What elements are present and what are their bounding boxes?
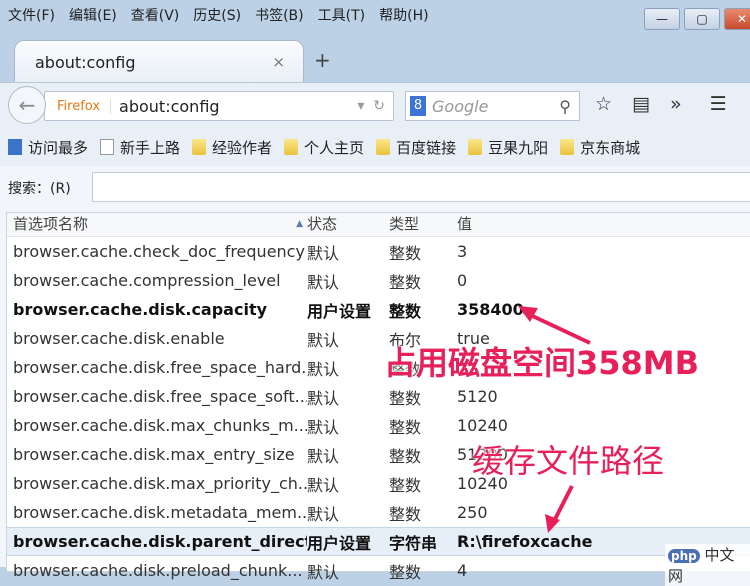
watermark: php 中文网 (665, 544, 750, 586)
capacity-annotation: 占用磁盘空间358MB (384, 344, 700, 382)
watermark-logo: php (668, 549, 700, 563)
arrow-head-capacity (518, 306, 538, 322)
path-annotation: 缓存文件路径 (472, 442, 665, 480)
